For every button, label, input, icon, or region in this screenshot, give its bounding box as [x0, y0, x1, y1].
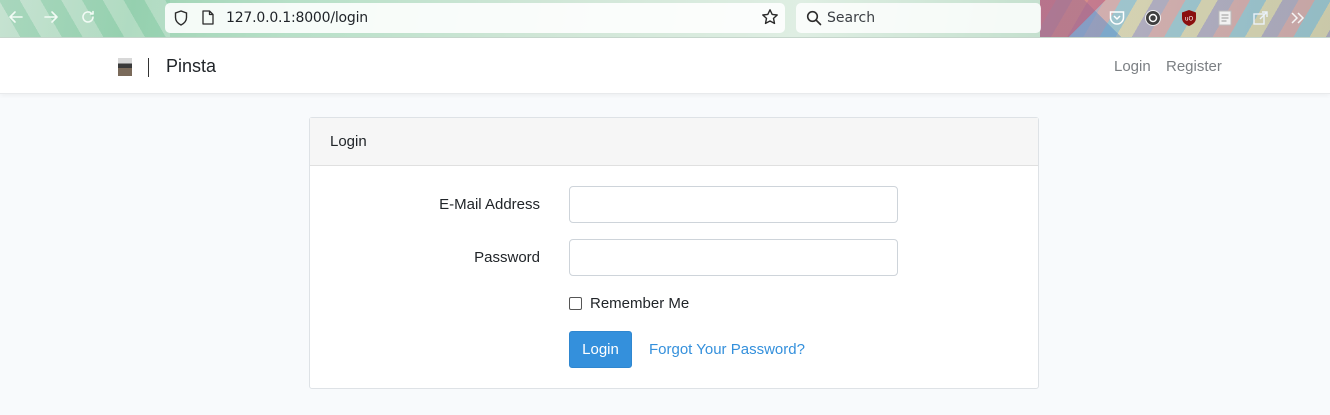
browser-search-box[interactable]: Search — [796, 3, 1041, 33]
pocket-icon[interactable] — [1108, 9, 1126, 27]
card-header: Login — [310, 118, 1038, 166]
email-label: E-Mail Address — [439, 196, 540, 213]
brand-logo[interactable] — [118, 58, 132, 76]
email-field[interactable] — [569, 186, 898, 223]
search-placeholder: Search — [827, 10, 876, 26]
search-icon — [806, 10, 822, 26]
nav-register-link[interactable]: Register — [1166, 58, 1222, 75]
document-icon[interactable] — [1216, 9, 1234, 27]
password-label: Password — [474, 249, 540, 266]
brand-name[interactable]: Pinsta — [166, 56, 216, 77]
password-field[interactable] — [569, 239, 898, 276]
bookmark-star-icon[interactable] — [761, 8, 779, 26]
browser-toolbar: 127.0.0.1:8000/login Search uO — [0, 0, 1330, 38]
login-card: Login E-Mail Address Password Remember M… — [309, 117, 1039, 389]
ublock-icon[interactable]: uO — [1180, 9, 1198, 27]
remember-me-checkbox[interactable] — [569, 297, 582, 310]
share-icon[interactable] — [1252, 9, 1270, 27]
app-navbar: Pinsta Login Register — [0, 38, 1330, 94]
forgot-password-link[interactable]: Forgot Your Password? — [649, 341, 805, 358]
privacy-extension-icon[interactable] — [1144, 9, 1162, 27]
forward-arrow-icon[interactable] — [40, 8, 62, 30]
nav-login-link[interactable]: Login — [1114, 58, 1151, 75]
remember-me-label[interactable]: Remember Me — [590, 295, 689, 312]
address-bar[interactable]: 127.0.0.1:8000/login — [165, 3, 785, 33]
reload-icon[interactable] — [77, 8, 99, 30]
url-text[interactable]: 127.0.0.1:8000/login — [226, 10, 368, 26]
brand-divider — [148, 58, 149, 77]
overflow-chevron-icon[interactable] — [1288, 9, 1306, 27]
login-button[interactable]: Login — [569, 331, 632, 368]
back-arrow-icon[interactable] — [5, 8, 27, 30]
page-icon[interactable] — [202, 10, 214, 25]
shield-icon[interactable] — [174, 10, 188, 26]
svg-text:uO: uO — [1185, 16, 1194, 23]
